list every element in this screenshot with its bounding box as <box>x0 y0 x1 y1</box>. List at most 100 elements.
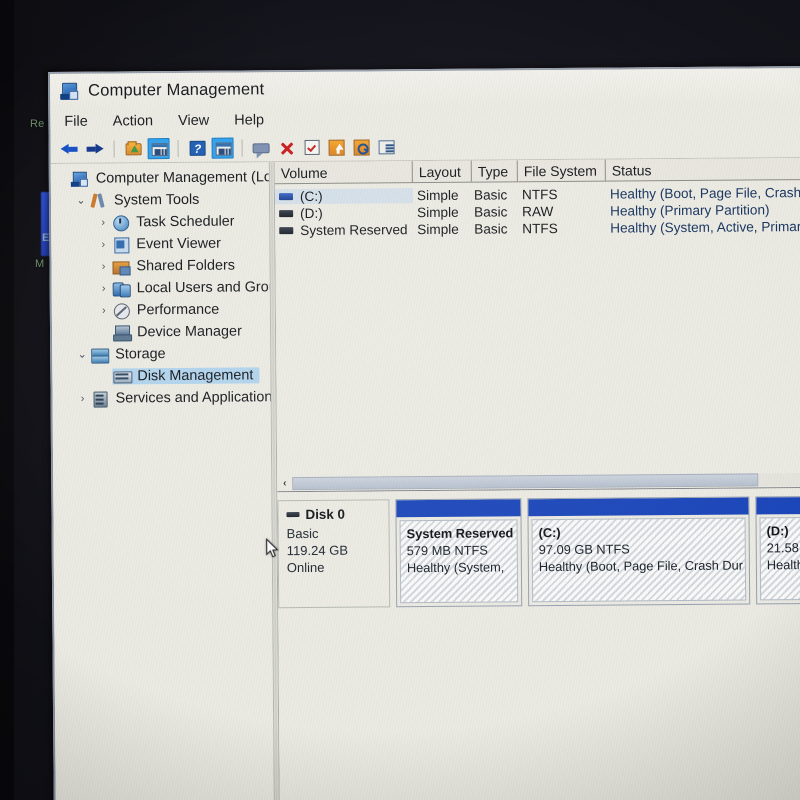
tree-item-task-scheduler[interactable]: › Task Scheduler <box>51 210 269 234</box>
scrollbar-thumb[interactable] <box>292 472 758 490</box>
table-row[interactable]: System Reserved Simple Basic NTFS Health… <box>275 218 800 239</box>
services-and-applications-icon <box>91 391 111 407</box>
toolbar-separator-3 <box>241 139 243 157</box>
column-header-type[interactable]: Type <box>471 160 518 182</box>
toolbar-separator-2 <box>177 139 179 157</box>
partition-color-band <box>756 496 800 515</box>
chevron-down-icon[interactable]: ⌄ <box>74 348 90 360</box>
tree-item-performance[interactable]: › Performance <box>52 298 270 322</box>
cell-file-system: RAW <box>522 204 554 220</box>
chevron-down-icon[interactable]: ⌄ <box>73 194 89 206</box>
disk-info-panel[interactable]: Disk 0 Basic 119.24 GB Online <box>277 499 391 609</box>
chevron-right-icon[interactable]: › <box>95 260 111 272</box>
column-header-file-system[interactable]: File System <box>517 159 606 182</box>
local-users-and-groups-icon <box>112 280 132 296</box>
delete-icon[interactable] <box>276 137 298 158</box>
column-header-volume[interactable]: Volume <box>274 161 413 184</box>
cell-volume: (C:) <box>299 188 323 205</box>
tree-item-storage[interactable]: ⌄ Storage <box>52 342 270 366</box>
device-manager-icon <box>112 324 132 340</box>
cell-type: Basic <box>473 187 508 203</box>
tree-item-label: Event Viewer <box>136 235 221 253</box>
back-icon[interactable] <box>59 139 81 160</box>
disk-graphical-view: Disk 0 Basic 119.24 GB Online System Res… <box>277 487 800 800</box>
console-tree: Computer Management (Local ⌄ System Tool… <box>50 162 279 800</box>
cell-volume: (D:) <box>300 205 323 222</box>
cell-layout: Simple <box>417 204 459 221</box>
disk-name: Disk 0 <box>286 505 388 523</box>
tree-item-disk-management[interactable]: Disk Management <box>52 364 270 388</box>
partition-name: (C:) <box>538 524 561 541</box>
partition-color-band <box>528 497 749 517</box>
show-hide-action-pane-icon[interactable] <box>211 137 234 159</box>
disk-capacity: 119.24 GB <box>286 542 349 559</box>
shared-folders-icon <box>111 258 131 274</box>
desktop-icon-label-my-computer[interactable]: M <box>35 258 44 270</box>
tree-item-label: Shared Folders <box>136 257 235 275</box>
properties-icon[interactable] <box>251 137 273 158</box>
tree-item-event-viewer[interactable]: › Event Viewer <box>51 232 269 256</box>
refresh-icon[interactable] <box>301 137 323 158</box>
tree-item-label: Device Manager <box>136 323 242 341</box>
tree-item-label: Task Scheduler <box>136 213 235 231</box>
tree-item-services-and-applications[interactable]: › Services and Applications <box>52 386 271 410</box>
find-icon[interactable] <box>351 136 373 157</box>
tree-item-local-users-and-groups[interactable]: › Local Users and Groups <box>52 276 270 300</box>
tree-item-device-manager[interactable]: Device Manager <box>52 320 270 344</box>
chevron-right-icon[interactable]: › <box>95 216 111 228</box>
computer-management-window: Computer Management File Action View Hel… <box>48 65 800 800</box>
tree-item-computer-management[interactable]: Computer Management (Local <box>51 166 269 190</box>
volume-icon-blue <box>278 193 294 201</box>
cell-volume: System Reserved <box>300 222 408 239</box>
partition-name: (D:) <box>766 523 789 539</box>
window-body: Computer Management (Local ⌄ System Tool… <box>50 157 800 800</box>
tree-item-shared-folders[interactable]: › Shared Folders <box>51 254 269 278</box>
export-list-icon[interactable] <box>326 137 348 158</box>
cell-status: Healthy (Boot, Page File, Crash Dur <box>609 185 800 202</box>
desktop-icon-label-secondary: E <box>42 232 50 244</box>
tree-item-label: Services and Applications <box>115 389 271 407</box>
scroll-left-arrow-icon[interactable]: ‹ <box>277 476 292 491</box>
disk-state: Online <box>286 559 325 576</box>
performance-icon <box>112 302 132 318</box>
cell-layout: Simple <box>417 221 459 238</box>
chevron-right-icon[interactable]: › <box>75 392 91 404</box>
chevron-right-icon[interactable]: › <box>96 282 112 294</box>
cell-layout: Simple <box>416 187 459 204</box>
title-bar: Computer Management <box>50 67 800 108</box>
show-hide-console-tree-icon[interactable] <box>147 138 170 160</box>
toolbar-separator-1 <box>113 140 115 158</box>
screen-photo: Re E M Computer Management File Action V… <box>0 0 800 800</box>
scrollbar-track[interactable] <box>292 472 800 490</box>
detail-pane: Volume Layout Type File System Status (C… <box>274 157 800 800</box>
window-title: Computer Management <box>88 79 265 100</box>
menu-item-view[interactable]: View <box>176 112 211 130</box>
partition-d[interactable]: (D:) 21.58 GB R Healthy (P <box>755 495 800 605</box>
column-header-layout[interactable]: Layout <box>412 160 472 183</box>
disk-icon <box>286 512 300 518</box>
menu-item-help[interactable]: Help <box>232 111 266 129</box>
computer-management-icon <box>60 82 79 100</box>
partition-status: Healthy (Boot, Page File, Crash Dur <box>538 557 744 575</box>
detail-view-icon[interactable] <box>376 136 398 157</box>
help-icon[interactable]: ? <box>187 138 209 159</box>
partition-size: 579 MB NTFS <box>406 542 488 559</box>
menu-item-file[interactable]: File <box>62 113 90 131</box>
menu-item-action[interactable]: Action <box>111 112 155 130</box>
desktop-icon-label-recycle[interactable]: Re <box>30 118 44 130</box>
forward-icon[interactable] <box>84 139 106 160</box>
up-folder-icon[interactable] <box>123 138 145 159</box>
partition-system-reserved[interactable]: System Reserved 579 MB NTFS Healthy (Sys… <box>395 498 523 608</box>
chevron-right-icon[interactable]: › <box>95 238 111 250</box>
system-tools-icon <box>89 193 109 209</box>
partition-color-band <box>396 499 521 518</box>
volume-icon-dark <box>279 210 294 218</box>
cell-type: Basic <box>474 221 508 237</box>
cell-file-system: NTFS <box>522 221 558 237</box>
tree-item-system-tools[interactable]: ⌄ System Tools <box>51 188 269 212</box>
task-scheduler-icon <box>111 214 131 230</box>
tree-item-label: Disk Management <box>137 367 254 385</box>
partition-c[interactable]: (C:) 97.09 GB NTFS Healthy (Boot, Page F… <box>527 496 751 607</box>
chevron-right-icon[interactable]: › <box>96 304 112 316</box>
column-header-status[interactable]: Status <box>606 158 800 181</box>
